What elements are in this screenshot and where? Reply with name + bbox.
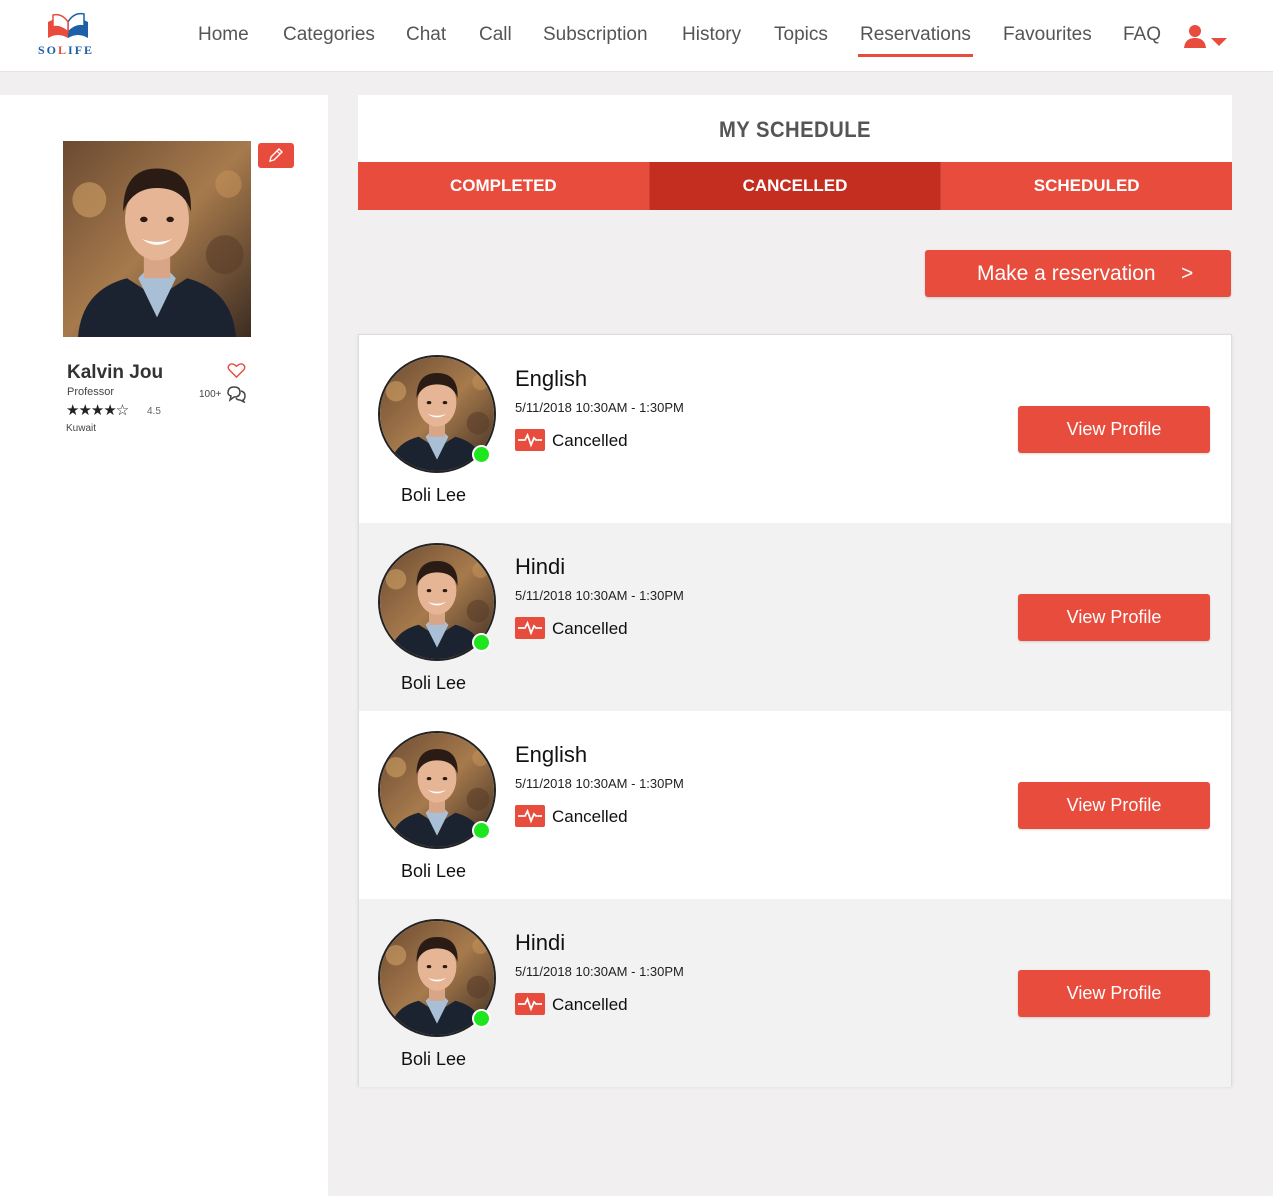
nav-reservations[interactable]: Reservations xyxy=(858,24,973,57)
nav-chat[interactable]: Chat xyxy=(406,24,446,46)
pencil-icon xyxy=(269,148,283,162)
pulse-icon xyxy=(515,805,545,827)
logo-text: SOLIFE xyxy=(38,43,95,57)
schedule-header: MY SCHEDULE COMPLETED CANCELLED SCHEDULE… xyxy=(358,95,1233,210)
heart-icon[interactable] xyxy=(227,362,246,379)
view-profile-button[interactable]: View Profile xyxy=(1018,782,1210,829)
make-reservation-button[interactable]: Make a reservation > xyxy=(925,250,1231,297)
session-row: Boli Lee Hindi 5/11/2018 10:30AM - 1:30P… xyxy=(359,523,1231,711)
nav-subscription[interactable]: Subscription xyxy=(543,24,648,46)
online-status-icon xyxy=(472,445,491,464)
rating-value: 4.5 xyxy=(147,406,161,417)
nav-history[interactable]: History xyxy=(682,24,741,46)
pulse-icon xyxy=(515,993,545,1015)
status-badge: Cancelled xyxy=(552,807,628,826)
pulse-icon xyxy=(515,617,545,639)
chevron-right-icon: > xyxy=(1181,262,1194,285)
online-status-icon xyxy=(472,821,491,840)
edit-profile-button[interactable] xyxy=(258,143,294,168)
tab-cancelled[interactable]: CANCELLED xyxy=(648,162,941,210)
view-profile-button[interactable]: View Profile xyxy=(1018,406,1210,453)
page-title: MY SCHEDULE xyxy=(718,117,872,142)
profile-location: Kuwait xyxy=(66,423,97,434)
session-language: Hindi xyxy=(515,554,566,579)
chat-bubbles-icon[interactable] xyxy=(226,385,247,403)
status-badge: Cancelled xyxy=(552,995,628,1014)
session-row: Boli Lee English 5/11/2018 10:30AM - 1:3… xyxy=(359,711,1231,899)
tutor-name: Boli Lee xyxy=(401,485,467,505)
status-badge: Cancelled xyxy=(552,431,628,450)
session-language: English xyxy=(515,366,588,391)
session-row: Boli Lee English 5/11/2018 10:30AM - 1:3… xyxy=(359,335,1231,523)
schedule-tabs: COMPLETED CANCELLED SCHEDULED xyxy=(358,162,1233,210)
nav-faq[interactable]: FAQ xyxy=(1123,24,1161,46)
tutor-name: Boli Lee xyxy=(401,1049,467,1069)
top-navbar: SOLIFE Home Categories Chat Call Subscri… xyxy=(0,0,1273,72)
rating-stars: ★★★★☆ xyxy=(66,402,129,419)
online-status-icon xyxy=(472,1009,491,1028)
pulse-icon xyxy=(515,429,545,451)
book-icon xyxy=(48,12,88,38)
reserve-label: Make a reservation xyxy=(977,262,1156,285)
tab-scheduled[interactable]: SCHEDULED xyxy=(940,162,1233,210)
session-time: 5/11/2018 10:30AM - 1:30PM xyxy=(515,588,684,603)
user-icon xyxy=(1184,25,1206,48)
session-list: Boli Lee English 5/11/2018 10:30AM - 1:3… xyxy=(358,334,1232,1087)
session-time: 5/11/2018 10:30AM - 1:30PM xyxy=(515,400,684,415)
review-count: 100+ xyxy=(199,389,222,400)
solife-logo[interactable]: SOLIFE xyxy=(36,12,100,60)
session-row: Boli Lee Hindi 5/11/2018 10:30AM - 1:30P… xyxy=(359,899,1231,1087)
nav-favourites[interactable]: Favourites xyxy=(1003,24,1092,46)
profile-name: Kalvin Jou xyxy=(67,362,164,383)
profile-sidebar: Kalvin Jou Professor ★★★★☆ 4.5 Kuwait 10… xyxy=(0,95,328,1196)
session-time: 5/11/2018 10:30AM - 1:30PM xyxy=(515,964,684,979)
tutor-name: Boli Lee xyxy=(401,861,467,881)
session-language: Hindi xyxy=(515,930,566,955)
online-status-icon xyxy=(472,633,491,652)
tutor-name: Boli Lee xyxy=(401,673,467,693)
nav-topics[interactable]: Topics xyxy=(774,24,828,46)
session-language: English xyxy=(515,742,588,767)
nav-home[interactable]: Home xyxy=(198,24,249,46)
view-profile-button[interactable]: View Profile xyxy=(1018,970,1210,1017)
user-menu[interactable] xyxy=(1183,24,1229,50)
profile-photo xyxy=(63,141,251,337)
status-badge: Cancelled xyxy=(552,619,628,638)
tab-completed[interactable]: COMPLETED xyxy=(358,162,649,210)
nav-call[interactable]: Call xyxy=(479,24,512,46)
session-time: 5/11/2018 10:30AM - 1:30PM xyxy=(515,776,684,791)
caret-down-icon xyxy=(1211,38,1227,46)
nav-categories[interactable]: Categories xyxy=(283,24,375,46)
profile-title: Professor xyxy=(67,386,115,398)
view-profile-button[interactable]: View Profile xyxy=(1018,594,1210,641)
